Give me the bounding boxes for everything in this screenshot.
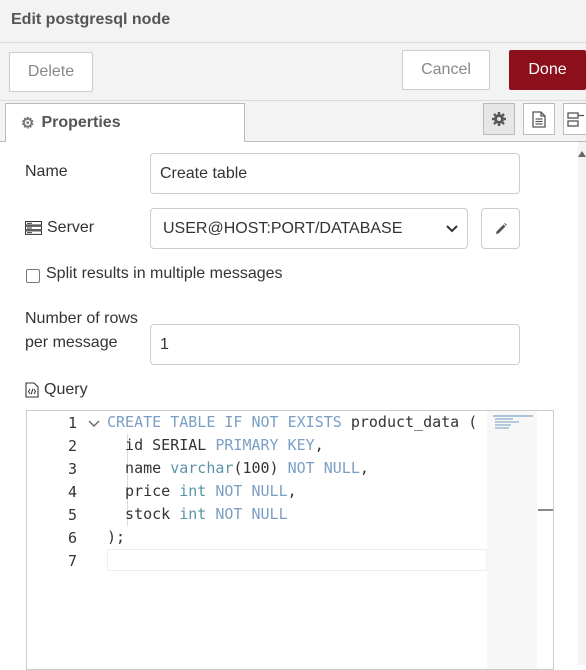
- done-button[interactable]: Done: [509, 50, 586, 90]
- gear-icon: [492, 112, 506, 126]
- editor-gutter: 1 2 3 4 5 6 7: [27, 411, 107, 669]
- document-icon: [532, 110, 546, 128]
- line-number: 5: [67, 506, 77, 524]
- cancel-button[interactable]: Cancel: [402, 50, 490, 90]
- split-results-checkbox[interactable]: [26, 269, 40, 283]
- code-file-icon: [25, 382, 39, 398]
- rows-per-message-input[interactable]: 1: [150, 324, 520, 365]
- panel-scrollbar[interactable]: [578, 142, 586, 665]
- gear-icon: ⚙: [21, 115, 35, 132]
- current-line-highlight: [107, 549, 487, 571]
- node-layout-icon: [567, 112, 584, 127]
- rows-label-line1: Number of rows: [25, 310, 138, 327]
- dialog-title: Edit postgresql node: [11, 11, 171, 28]
- code-line: );: [107, 528, 126, 546]
- query-editor[interactable]: 1 2 3 4 5 6 7 CREATE TABLE IF NOT EXISTS…: [26, 410, 554, 670]
- server-select-value: USER@HOST:PORT/DATABASE: [163, 219, 403, 237]
- editor-scrollbar[interactable]: [537, 411, 553, 669]
- line-number: 6: [67, 529, 77, 547]
- line-number: 3: [67, 460, 77, 478]
- minimap-line: [493, 415, 533, 417]
- rows-label-line2: per message: [25, 334, 118, 351]
- tab-description[interactable]: [523, 103, 555, 135]
- fold-chevron-icon[interactable]: [87, 418, 101, 430]
- minimap-line: [495, 427, 509, 429]
- code-line: name varchar(100) NOT NULL,: [107, 459, 369, 477]
- line-number: 1: [67, 414, 77, 432]
- pencil-icon: [495, 222, 507, 234]
- line-number: 4: [67, 483, 77, 501]
- tab-properties[interactable]: ⚙ Properties: [5, 103, 245, 142]
- code-area[interactable]: CREATE TABLE IF NOT EXISTS product_data …: [107, 411, 487, 669]
- dialog-header: Edit postgresql node: [0, 0, 586, 43]
- code-line: price int NOT NULL,: [107, 482, 297, 500]
- server-icon: [25, 221, 42, 235]
- scrollbar-marker: [538, 509, 553, 511]
- minimap-line: [495, 421, 519, 423]
- line-number: 2: [67, 437, 77, 455]
- server-label-group: Server: [25, 219, 94, 237]
- name-label: Name: [25, 163, 68, 180]
- tab-properties-label: Properties: [41, 114, 121, 131]
- scroll-up-icon[interactable]: [578, 150, 586, 158]
- minimap-line: [495, 424, 511, 426]
- tab-appearance[interactable]: [563, 103, 586, 135]
- code-line: stock int NOT NULL: [107, 505, 288, 523]
- tab-settings[interactable]: [483, 103, 515, 135]
- server-select[interactable]: USER@HOST:PORT/DATABASE: [150, 208, 468, 249]
- chevron-down-icon: [446, 225, 458, 233]
- code-line: id SERIAL PRIMARY KEY,: [107, 436, 324, 454]
- name-input[interactable]: Create table: [150, 153, 520, 194]
- minimap-line: [495, 418, 513, 420]
- editor-minimap[interactable]: [487, 411, 537, 669]
- dialog-toolbar: Delete Cancel Done: [0, 43, 586, 101]
- split-results-label: Split results in multiple messages: [46, 265, 283, 282]
- code-line: CREATE TABLE IF NOT EXISTS product_data …: [107, 413, 478, 431]
- edit-server-button[interactable]: [481, 208, 520, 249]
- query-label: Query: [44, 381, 88, 398]
- query-label-group: Query: [25, 381, 88, 399]
- server-label: Server: [47, 219, 95, 236]
- tab-bar: ⚙ Properties: [0, 101, 586, 142]
- properties-form: Name Create table Server USER@HOST:PORT/…: [0, 142, 586, 670]
- line-number: 7: [67, 552, 77, 570]
- delete-button[interactable]: Delete: [9, 52, 93, 92]
